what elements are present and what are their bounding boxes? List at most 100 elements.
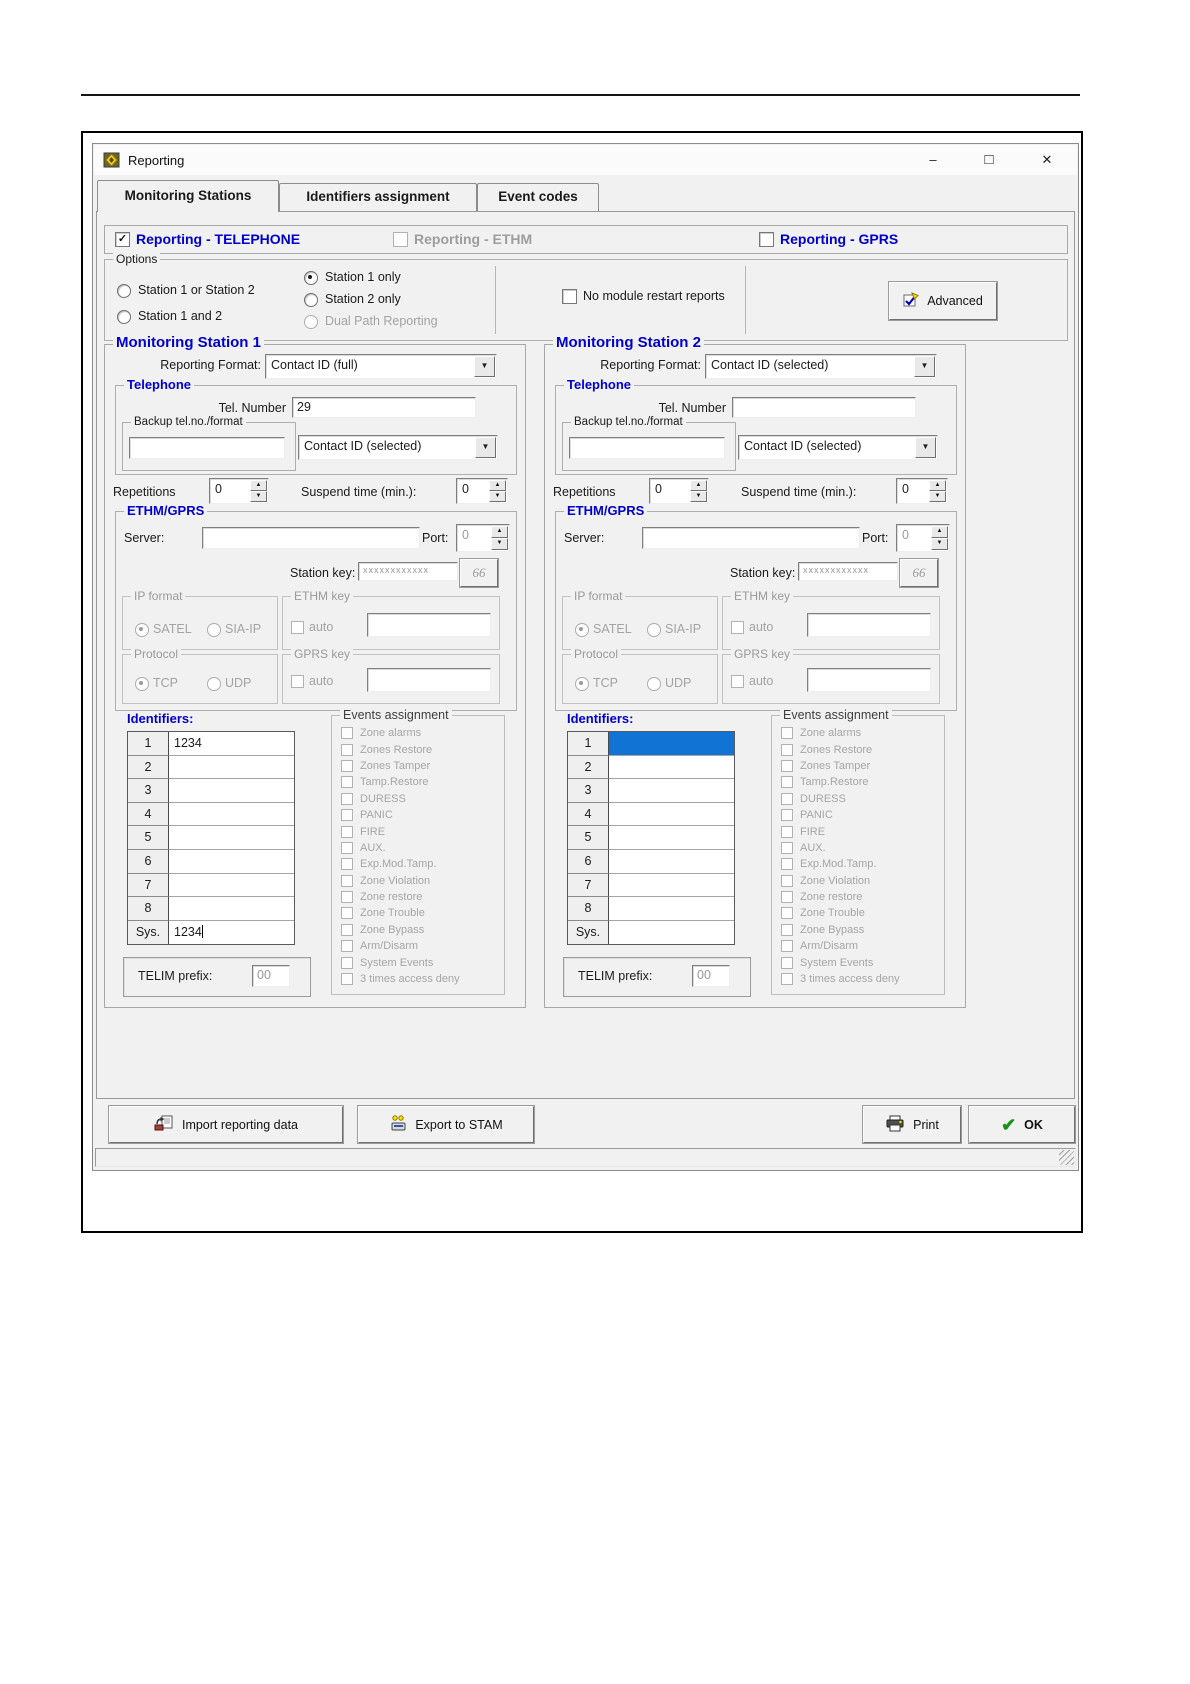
identifier-value-cell[interactable]: 1234	[169, 732, 294, 756]
chevron-down-icon[interactable]: ▼	[914, 356, 935, 377]
chevron-down-icon[interactable]: ▼	[474, 356, 495, 377]
identifier-value-cell[interactable]	[609, 803, 734, 827]
spinner-up-icon[interactable]: ▲	[690, 480, 707, 491]
identifier-value-cell[interactable]	[169, 850, 294, 874]
identifier-value-cell[interactable]	[169, 826, 294, 850]
chevron-down-icon[interactable]: ▼	[475, 437, 496, 458]
gprs-key-input[interactable]	[367, 668, 491, 692]
spinner-down-icon[interactable]: ▼	[690, 491, 707, 502]
identifier-value-cell[interactable]	[609, 732, 734, 756]
identifier-row-number[interactable]: 7	[128, 873, 169, 898]
radio-station-1-only[interactable]	[304, 271, 318, 285]
ethm-key-input[interactable]	[807, 613, 931, 637]
glasses-icon[interactable]: 66	[899, 558, 939, 588]
close-icon[interactable]: ✕	[1035, 149, 1059, 171]
identifier-value-cell[interactable]	[169, 897, 294, 921]
identifier-row-number[interactable]: Sys.	[128, 920, 169, 945]
backup-format-combobox[interactable]: Contact ID (selected) ▼	[738, 435, 938, 460]
ok-button[interactable]: ✔ OK	[968, 1105, 1076, 1144]
identifier-row-number[interactable]: 2	[128, 755, 169, 780]
advanced-button[interactable]: Advanced	[888, 281, 998, 321]
title-bar[interactable]: Reporting – □ ✕	[94, 145, 1077, 175]
repetitions-spinner[interactable]: 0 ▲ ▼	[649, 478, 709, 504]
export-to-stam-button[interactable]: Export to STAM	[357, 1105, 535, 1144]
identifier-row-number[interactable]: 8	[568, 897, 609, 921]
identifier-row-number[interactable]: 6	[128, 849, 169, 874]
identifier-value-cell[interactable]	[609, 826, 734, 850]
glasses-icon[interactable]: 66	[459, 558, 499, 588]
print-button[interactable]: Print	[862, 1105, 962, 1144]
identifier-row-number[interactable]: 2	[568, 755, 609, 780]
radio-station-2-only[interactable]	[304, 293, 318, 307]
spinner-buttons[interactable]: ▲ ▼	[489, 480, 506, 502]
spinner-up-icon[interactable]: ▲	[929, 480, 946, 491]
identifier-value-cell[interactable]	[609, 779, 734, 803]
identifier-row-number[interactable]: 4	[568, 802, 609, 827]
identifier-value-cell[interactable]	[609, 921, 734, 945]
ethm-gprs-groupbox: ETHM/GPRS Server: Port: 0 ▲ ▼ Station key…	[555, 503, 957, 711]
identifier-row-number[interactable]: 1	[128, 732, 169, 756]
spinner-buttons[interactable]: ▲ ▼	[250, 480, 267, 502]
ethm-key-input[interactable]	[367, 613, 491, 637]
identifier-row-number[interactable]: 5	[568, 826, 609, 850]
identifier-row-number[interactable]: 6	[568, 849, 609, 874]
identifier-value-cell[interactable]	[609, 874, 734, 898]
resize-grip[interactable]	[1059, 1150, 1074, 1165]
spinner-buttons[interactable]: ▲ ▼	[690, 480, 707, 502]
event-assignment-item: FIRE	[772, 823, 944, 839]
identifier-row-number[interactable]: 1	[568, 732, 609, 756]
reporting-gprs-checkbox[interactable]	[759, 232, 774, 247]
backup-tel-input[interactable]	[569, 437, 725, 459]
tab-event-codes[interactable]: Event codes	[477, 183, 599, 211]
reporting-gprs-label: Reporting - GPRS	[780, 231, 899, 247]
reporting-format-combobox[interactable]: Contact ID (full) ▼	[265, 354, 497, 379]
spinner-down-icon[interactable]: ▼	[250, 491, 267, 502]
server-input[interactable]	[642, 527, 860, 549]
identifier-value-cell[interactable]	[169, 803, 294, 827]
spinner-down-icon[interactable]: ▼	[489, 491, 506, 502]
identifier-value-cell[interactable]	[609, 897, 734, 921]
event-assignment-label: Zone Violation	[800, 874, 871, 887]
radio-station-1-or-2[interactable]	[117, 284, 131, 298]
tel-number-input[interactable]: 29	[292, 397, 476, 418]
reporting-format-label: Reporting Format:	[160, 358, 261, 372]
maximize-icon[interactable]: □	[977, 149, 1001, 171]
no-module-restart-checkbox[interactable]	[562, 289, 577, 304]
suspend-time-spinner[interactable]: 0 ▲ ▼	[456, 478, 508, 504]
backup-tel-input[interactable]	[129, 437, 285, 459]
tel-number-input[interactable]	[732, 397, 916, 418]
checkbox-icon	[341, 973, 353, 986]
identifier-value-cell[interactable]	[609, 756, 734, 780]
identifier-row-number[interactable]: 3	[568, 779, 609, 803]
minimize-icon[interactable]: –	[921, 149, 945, 171]
suspend-time-spinner[interactable]: 0 ▲ ▼	[896, 478, 948, 504]
identifier-value-cell[interactable]	[169, 756, 294, 780]
identifier-value-cell[interactable]: 1234	[169, 921, 294, 945]
gprs-key-input[interactable]	[807, 668, 931, 692]
spinner-buttons[interactable]: ▲ ▼	[929, 480, 946, 502]
tab-identifiers-assignment[interactable]: Identifiers assignment	[279, 183, 477, 211]
reporting-format-combobox[interactable]: Contact ID (selected) ▼	[705, 354, 937, 379]
identifier-value-cell[interactable]	[609, 850, 734, 874]
identifier-row-number[interactable]: 7	[568, 873, 609, 898]
identifier-row-number[interactable]: Sys.	[568, 920, 609, 945]
spinner-up-icon[interactable]: ▲	[489, 480, 506, 491]
radio-station-1-and-2[interactable]	[117, 310, 131, 324]
chevron-down-icon[interactable]: ▼	[915, 437, 936, 458]
reporting-telephone-checkbox[interactable]: ✓	[115, 232, 130, 247]
tab-monitoring-stations[interactable]: Monitoring Stations	[97, 180, 279, 212]
spinner-down-icon[interactable]: ▼	[929, 491, 946, 502]
event-assignment-label: PANIC	[360, 809, 393, 822]
repetitions-spinner[interactable]: 0 ▲ ▼	[209, 478, 269, 504]
identifier-row-number[interactable]: 8	[128, 897, 169, 921]
suspend-time-label: Suspend time (min.):	[301, 485, 417, 499]
identifier-value-cell[interactable]	[169, 874, 294, 898]
identifier-value-cell[interactable]	[169, 779, 294, 803]
identifier-row-number[interactable]: 5	[128, 826, 169, 850]
identifier-row-number[interactable]: 4	[128, 802, 169, 827]
backup-format-combobox[interactable]: Contact ID (selected) ▼	[298, 435, 498, 460]
spinner-up-icon[interactable]: ▲	[250, 480, 267, 491]
identifier-row-number[interactable]: 3	[128, 779, 169, 803]
import-reporting-data-button[interactable]: Import reporting data	[108, 1105, 344, 1144]
server-input[interactable]	[202, 527, 420, 549]
